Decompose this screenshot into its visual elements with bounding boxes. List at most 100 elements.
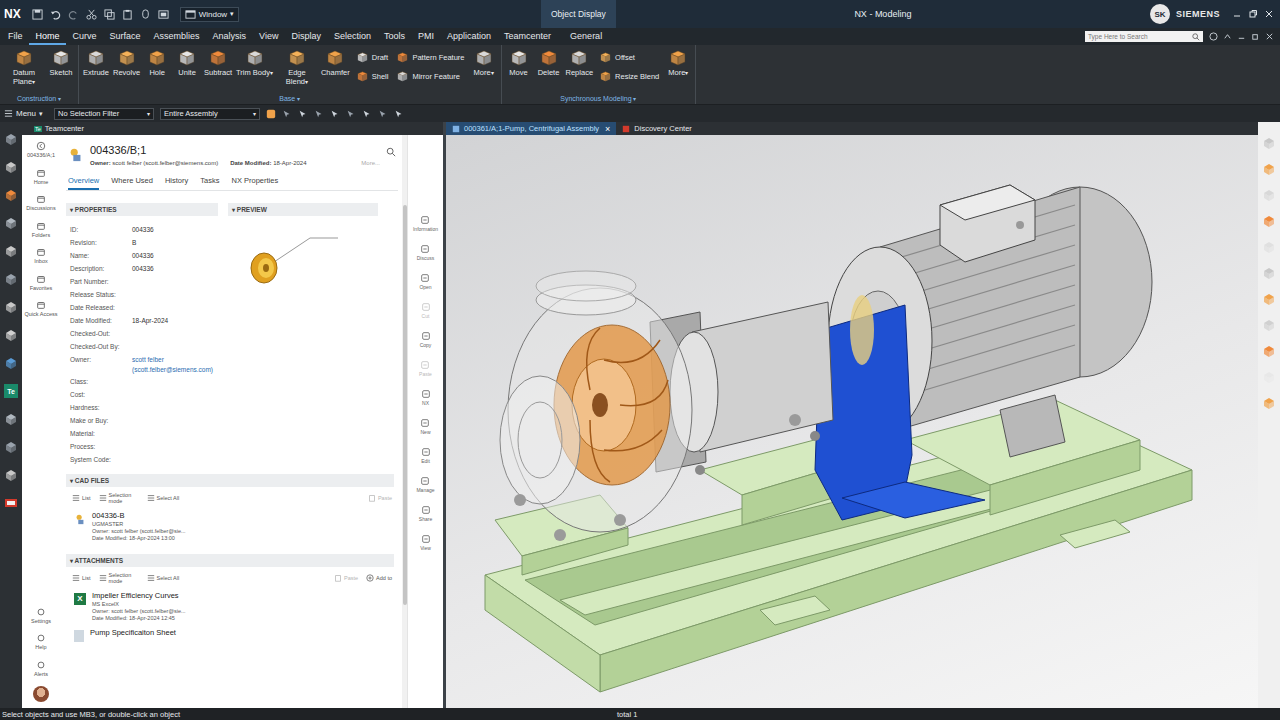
ribbon-button[interactable]: Unite	[173, 48, 201, 78]
attachment-row[interactable]: Pump Specificaiton Sheet	[66, 626, 398, 646]
close-icon[interactable]	[1265, 32, 1274, 41]
undo-icon[interactable]	[50, 9, 61, 20]
user-avatar[interactable]: SK	[1150, 4, 1170, 24]
view-tool-icon[interactable]	[1262, 214, 1276, 228]
attachment-row[interactable]: XImpeller Efficiency CurvesMS ExcelXOwne…	[66, 589, 398, 626]
selection-tool-icon[interactable]	[282, 109, 292, 119]
section-header[interactable]: ▾ ATTACHMENTS	[66, 554, 394, 567]
menu-item[interactable]: Curve	[66, 28, 103, 45]
ribbon-button[interactable]: Resize Blend	[599, 70, 659, 83]
restore-icon[interactable]	[1251, 32, 1260, 41]
menu-item[interactable]: Surface	[103, 28, 147, 45]
ribbon-button[interactable]: Edge Blend▾	[276, 48, 318, 86]
selection-tool-icon[interactable]	[298, 109, 308, 119]
selection-tool-icon[interactable]	[314, 109, 324, 119]
redo-icon[interactable]	[68, 9, 79, 20]
action-button[interactable]: New	[420, 418, 430, 435]
cut-icon[interactable]	[86, 9, 97, 20]
pump-assembly-model[interactable]	[446, 135, 1258, 708]
action-button[interactable]: Discuss	[417, 244, 435, 261]
selection-tool-icon[interactable]	[346, 109, 356, 119]
menu-item[interactable]: Display	[285, 28, 328, 45]
action-button[interactable]: Open	[419, 273, 431, 290]
nav-item[interactable]: Quick Access	[24, 300, 57, 318]
view-tool-icon[interactable]	[1262, 188, 1276, 202]
action-button[interactable]: Share	[419, 505, 432, 522]
ribbon-button[interactable]: Subtract	[203, 48, 233, 78]
section-header[interactable]: ▾ PROPERTIES	[66, 203, 218, 216]
menu-item[interactable]: Selection	[327, 28, 377, 45]
list-tool-button[interactable]: List	[72, 574, 91, 582]
window-menu[interactable]: Window▾	[180, 7, 239, 22]
context-tab[interactable]: Object Display	[541, 0, 616, 28]
resource-icon[interactable]	[4, 300, 18, 314]
tab[interactable]: Overview	[68, 176, 99, 190]
menu-item[interactable]: View	[253, 28, 285, 45]
tab[interactable]: History	[165, 176, 188, 190]
list-tool-button[interactable]: Select All	[147, 574, 180, 582]
nav-back[interactable]: 004336/A;1	[27, 141, 55, 159]
view-tool-icon[interactable]	[1262, 344, 1276, 358]
nav-item[interactable]: Discussions	[26, 194, 55, 212]
resource-icon[interactable]	[4, 160, 18, 174]
save-icon[interactable]	[32, 9, 43, 20]
section-header[interactable]: ▾ PREVIEW	[228, 203, 378, 216]
menu-item[interactable]: PMI	[412, 28, 441, 45]
ribbon-button[interactable]: Shell	[356, 70, 389, 83]
list-tool-button[interactable]: List	[72, 494, 91, 502]
collapse-icon[interactable]	[1223, 32, 1232, 41]
ribbon-button[interactable]: Delete	[535, 48, 563, 78]
user-photo[interactable]	[33, 686, 49, 702]
ribbon-button[interactable]: Pattern Feature	[396, 51, 464, 64]
selection-filter-dropdown[interactable]: No Selection Filter▾	[54, 108, 154, 120]
ribbon-button[interactable]: Hole	[143, 48, 171, 78]
action-button[interactable]: Information	[413, 215, 438, 232]
ribbon-button[interactable]: Chamfer	[320, 48, 351, 78]
more-link[interactable]: More...	[361, 160, 380, 166]
selection-scope-dropdown[interactable]: Entire Assembly▾	[160, 108, 260, 120]
list-tool-button[interactable]: Selection mode	[99, 492, 139, 504]
tab[interactable]: NX Properties	[231, 176, 278, 190]
view-tool-icon[interactable]	[1262, 240, 1276, 254]
document-tab[interactable]: Discovery Center	[616, 122, 698, 135]
nav-item[interactable]: Folders	[32, 221, 50, 239]
selection-tool-icon[interactable]	[394, 109, 404, 119]
nav-item[interactable]: Alerts	[34, 660, 48, 678]
resource-icon[interactable]	[4, 440, 18, 454]
restore-icon[interactable]	[1248, 9, 1258, 19]
ribbon-button[interactable]: More▾	[470, 48, 498, 78]
ribbon-button[interactable]: Draft	[356, 51, 389, 64]
ribbon-button[interactable]: Datum Plane▾	[3, 48, 45, 86]
action-button[interactable]: NX	[421, 389, 431, 406]
close-tab-button[interactable]: ×	[605, 124, 610, 134]
menu-button[interactable]: Menu ▾	[4, 109, 48, 118]
copy-icon[interactable]	[104, 9, 115, 20]
menu-item[interactable]: Teamcenter	[498, 28, 558, 45]
ribbon-button[interactable]: More▾	[664, 48, 692, 78]
ribbon-button[interactable]: Sketch	[47, 48, 75, 78]
resource-icon[interactable]	[4, 272, 18, 286]
view-tool-icon[interactable]	[1262, 266, 1276, 280]
selection-tool-icon[interactable]	[362, 109, 372, 119]
list-tool-button[interactable]: Selection mode	[99, 572, 139, 584]
teamcenter-icon[interactable]: Te	[4, 384, 18, 398]
resource-icon[interactable]	[4, 188, 18, 202]
resource-icon[interactable]	[4, 132, 18, 146]
close-icon[interactable]	[1264, 9, 1274, 19]
ribbon-button[interactable]: Mirror Feature	[396, 70, 464, 83]
action-button[interactable]: Manage	[416, 476, 434, 493]
view-tool-icon[interactable]	[1262, 292, 1276, 306]
menu-item[interactable]: General	[564, 28, 609, 45]
ribbon-button[interactable]: Extrude	[82, 48, 110, 78]
minimize-icon[interactable]	[1237, 32, 1246, 41]
section-header[interactable]: ▾ CAD FILES	[66, 474, 394, 487]
reuse-library-icon[interactable]	[4, 496, 18, 510]
resource-icon[interactable]	[4, 412, 18, 426]
property-value[interactable]: scott felber (scott.felber@siemens.com)	[132, 353, 218, 375]
ribbon-button[interactable]: Revolve	[112, 48, 141, 78]
menu-item[interactable]: Home	[29, 28, 66, 45]
help-icon[interactable]	[1209, 32, 1218, 41]
view-tool-icon[interactable]	[1262, 370, 1276, 384]
resource-icon[interactable]	[4, 356, 18, 370]
action-button[interactable]: Paste	[419, 360, 432, 377]
